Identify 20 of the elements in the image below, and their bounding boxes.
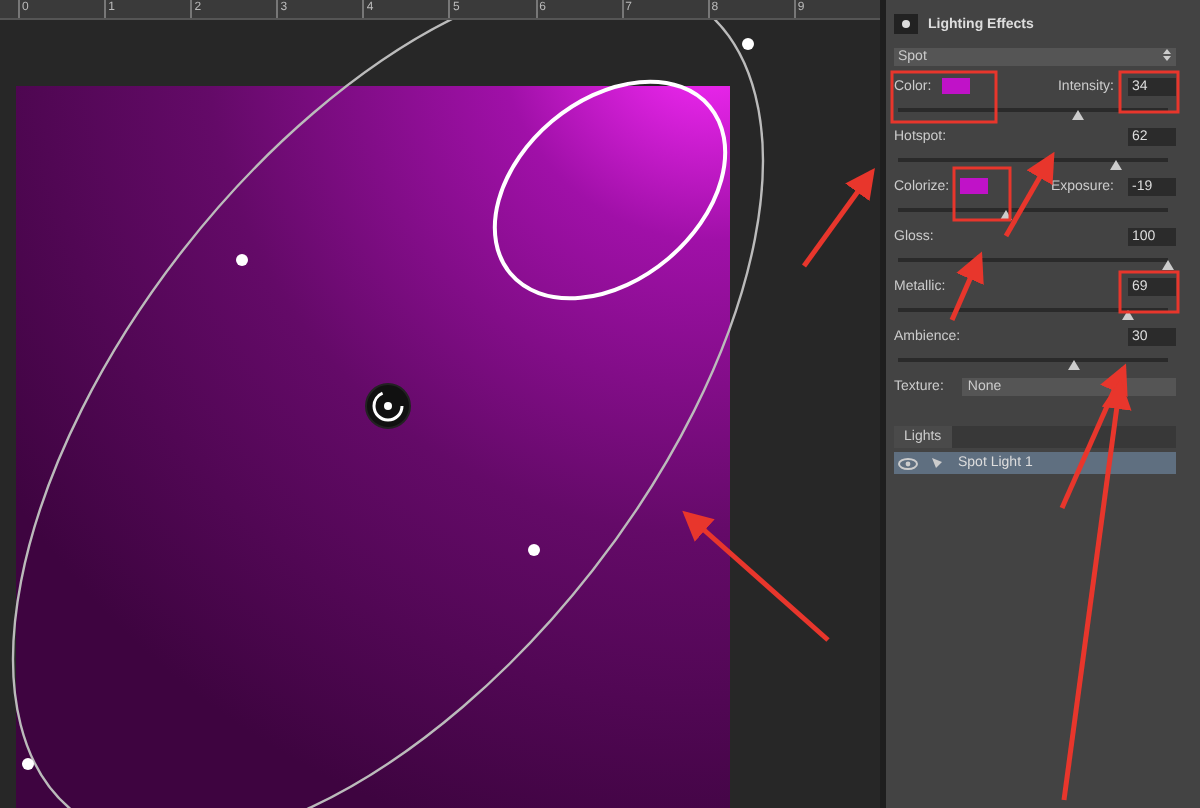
annotation-arrow xyxy=(801,167,875,268)
spotlight-icon xyxy=(930,455,946,471)
highlight-box xyxy=(890,70,998,124)
handle[interactable] xyxy=(528,544,540,556)
light-center-handle[interactable] xyxy=(365,383,411,429)
slider-thumb[interactable] xyxy=(1000,210,1012,220)
slider-thumb[interactable] xyxy=(1072,110,1085,120)
highlight-box xyxy=(952,166,1012,222)
color-swatch[interactable] xyxy=(941,78,970,94)
highlight-box xyxy=(1118,270,1180,314)
highlight-box xyxy=(1118,70,1180,114)
handle[interactable] xyxy=(742,38,754,50)
handle[interactable] xyxy=(22,758,34,770)
spinner-icon xyxy=(1162,48,1172,62)
handle[interactable] xyxy=(236,254,248,266)
annotation-arrow xyxy=(1003,151,1055,238)
eye-icon[interactable] xyxy=(898,457,918,469)
color-swatch[interactable] xyxy=(959,178,988,194)
annotation-arrow xyxy=(949,251,984,321)
hotspot-ellipse[interactable] xyxy=(492,79,728,301)
